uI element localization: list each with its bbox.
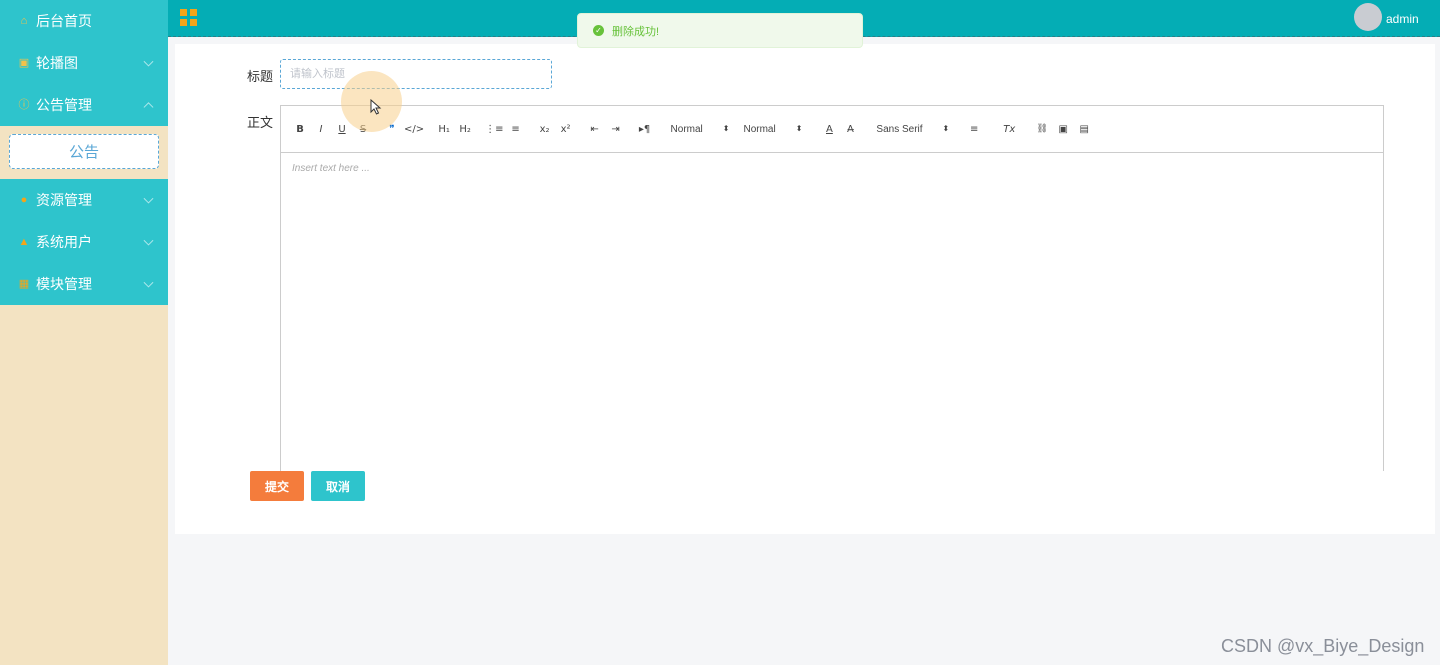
- sidebar-item-notice-management[interactable]: ⓘ 公告管理: [0, 84, 168, 126]
- font-color-button[interactable]: A: [820, 120, 838, 138]
- ordered-list-button[interactable]: ⋮≡: [485, 120, 503, 138]
- info-icon: ⓘ: [18, 98, 30, 111]
- sidebar-item-label: 轮播图: [36, 55, 78, 71]
- rich-text-editor: B I U S ❞ </> H₁ H₂ ⋮≡ ≡ x₂ x² ⇤ ⇥ ▸¶ No…: [280, 105, 1384, 471]
- video-button[interactable]: ▤: [1075, 120, 1093, 138]
- header-2-button[interactable]: H₂: [456, 120, 474, 138]
- subscript-button[interactable]: x₂: [536, 120, 554, 138]
- mouse-cursor-icon: [370, 99, 382, 115]
- underline-button[interactable]: U: [333, 120, 351, 138]
- title-input[interactable]: [280, 59, 552, 89]
- menu-toggle-icon[interactable]: [180, 9, 197, 26]
- chevron-up-icon: [143, 102, 154, 113]
- image-button[interactable]: ▣: [1054, 120, 1072, 138]
- image-icon: ▣: [18, 56, 30, 69]
- home-icon: ⌂: [20, 14, 28, 27]
- sidebar-item-label: 系统用户: [36, 234, 92, 250]
- avatar[interactable]: [1354, 3, 1382, 31]
- cancel-button[interactable]: 取消: [311, 471, 365, 501]
- header-1-button[interactable]: H₁: [435, 120, 453, 138]
- indent-button[interactable]: ⇥: [607, 120, 625, 138]
- user-icon: ▲: [18, 235, 30, 248]
- editor-content[interactable]: Insert text here ...: [281, 153, 1383, 184]
- sidebar-item-carousel[interactable]: ▣ 轮播图: [0, 42, 168, 84]
- toast-message: 删除成功!: [612, 25, 660, 38]
- align-button[interactable]: ≡: [965, 120, 983, 138]
- chevron-down-icon: [143, 193, 154, 204]
- sidebar-item-home[interactable]: ⌂ 后台首页: [0, 0, 168, 42]
- link-icon: ⛓: [1036, 124, 1048, 134]
- location-icon: ●: [20, 193, 28, 206]
- success-toast: ✓ 删除成功!: [577, 13, 863, 48]
- header-picker[interactable]: Normal ⬍: [743, 124, 802, 135]
- size-picker[interactable]: Normal ⬍: [671, 124, 730, 135]
- size-picker-value: Normal: [670, 123, 703, 135]
- editor-toolbar: B I U S ❞ </> H₁ H₂ ⋮≡ ≡ x₂ x² ⇤ ⇥ ▸¶ No…: [281, 106, 1383, 153]
- check-circle-icon: ✓: [593, 25, 604, 36]
- updown-icon: ⬍: [795, 124, 803, 133]
- font-picker-value: Sans Serif: [876, 123, 923, 135]
- user-name[interactable]: admin: [1386, 12, 1419, 26]
- chevron-down-icon: [143, 277, 154, 288]
- sidebar-subitem-notice[interactable]: 公告: [9, 134, 159, 169]
- grid-icon: ▦: [18, 277, 30, 290]
- background-color-button[interactable]: A̶: [841, 120, 859, 138]
- link-button[interactable]: ⛓: [1033, 120, 1051, 138]
- updown-icon: ⬍: [942, 124, 950, 133]
- italic-button[interactable]: I: [312, 120, 330, 138]
- bold-button[interactable]: B: [291, 120, 309, 138]
- sidebar-item-modules[interactable]: ▦ 模块管理: [0, 263, 168, 305]
- updown-icon: ⬍: [722, 124, 730, 133]
- submenu: 公告: [0, 126, 168, 179]
- sidebar-item-label: 模块管理: [36, 276, 92, 292]
- chevron-down-icon: [143, 235, 154, 246]
- code-block-button[interactable]: </>: [404, 120, 424, 138]
- title-label: 标题: [247, 69, 274, 84]
- text-direction-button[interactable]: ▸¶: [636, 120, 654, 138]
- sidebar: ⌂ 后台首页 ▣ 轮播图 ⓘ 公告管理 公告 ● 资源管理 ▲ 系统用户 ▦ 模…: [0, 0, 168, 665]
- sidebar-item-label: 后台首页: [36, 13, 92, 29]
- font-picker[interactable]: Sans Serif ⬍: [876, 124, 949, 135]
- sidebar-item-label: 公告管理: [36, 97, 92, 113]
- sidebar-item-system-users[interactable]: ▲ 系统用户: [0, 221, 168, 263]
- clean-format-button[interactable]: Tx: [1000, 120, 1018, 138]
- body-label: 正文: [247, 115, 274, 130]
- header-picker-value: Normal: [743, 123, 776, 135]
- chevron-down-icon: [143, 56, 154, 67]
- sidebar-item-label: 资源管理: [36, 192, 92, 208]
- superscript-button[interactable]: x²: [557, 120, 575, 138]
- bullet-list-button[interactable]: ≡: [507, 120, 525, 138]
- outdent-button[interactable]: ⇤: [586, 120, 604, 138]
- submit-button[interactable]: 提交: [250, 471, 304, 501]
- watermark: CSDN @vx_Biye_Design: [1221, 636, 1425, 656]
- sidebar-item-resources[interactable]: ● 资源管理: [0, 179, 168, 221]
